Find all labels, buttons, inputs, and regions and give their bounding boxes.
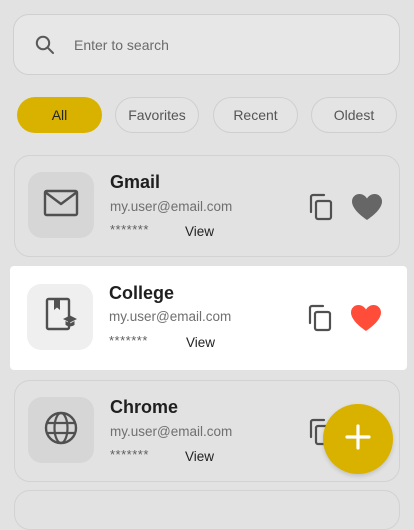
filter-chip-all[interactable]: All	[17, 97, 102, 133]
college-book-icon	[43, 297, 77, 338]
globe-icon	[43, 410, 79, 451]
filter-chip-favorites[interactable]: Favorites	[115, 97, 199, 133]
masked-password: *******	[110, 447, 149, 462]
filter-chip-recent[interactable]: Recent	[213, 97, 298, 133]
app-icon-container	[27, 284, 93, 350]
plus-icon	[344, 423, 372, 456]
favorite-heart-icon[interactable]	[350, 192, 384, 222]
search-icon	[34, 34, 56, 56]
filter-chips: All Favorites Recent Oldest	[17, 97, 414, 135]
masked-password: *******	[109, 333, 148, 348]
search-bar[interactable]	[13, 14, 400, 75]
account-email: my.user@email.com	[110, 424, 233, 439]
favorite-heart-icon[interactable]	[349, 303, 383, 333]
app-icon-container	[28, 172, 94, 238]
add-account-button[interactable]	[323, 404, 393, 474]
app-icon-container	[28, 397, 94, 463]
account-title: Chrome	[110, 397, 179, 417]
masked-password: *******	[110, 222, 149, 237]
account-title: College	[109, 283, 175, 303]
account-title: Gmail	[110, 172, 161, 192]
account-email: my.user@email.com	[109, 309, 232, 324]
search-input[interactable]	[72, 35, 356, 54]
copy-icon[interactable]	[304, 303, 334, 333]
mail-icon	[43, 189, 79, 222]
view-password-link[interactable]: View	[185, 224, 214, 239]
view-password-link[interactable]: View	[186, 335, 215, 350]
copy-icon[interactable]	[305, 192, 335, 222]
view-password-link[interactable]: View	[185, 449, 214, 464]
filter-chip-oldest[interactable]: Oldest	[311, 97, 397, 133]
account-card-college[interactable]: College my.user@email.com ******* View	[10, 266, 407, 370]
account-email: my.user@email.com	[110, 199, 233, 214]
account-card-partial[interactable]	[14, 490, 400, 530]
account-card-gmail[interactable]: Gmail my.user@email.com ******* View	[14, 155, 400, 257]
